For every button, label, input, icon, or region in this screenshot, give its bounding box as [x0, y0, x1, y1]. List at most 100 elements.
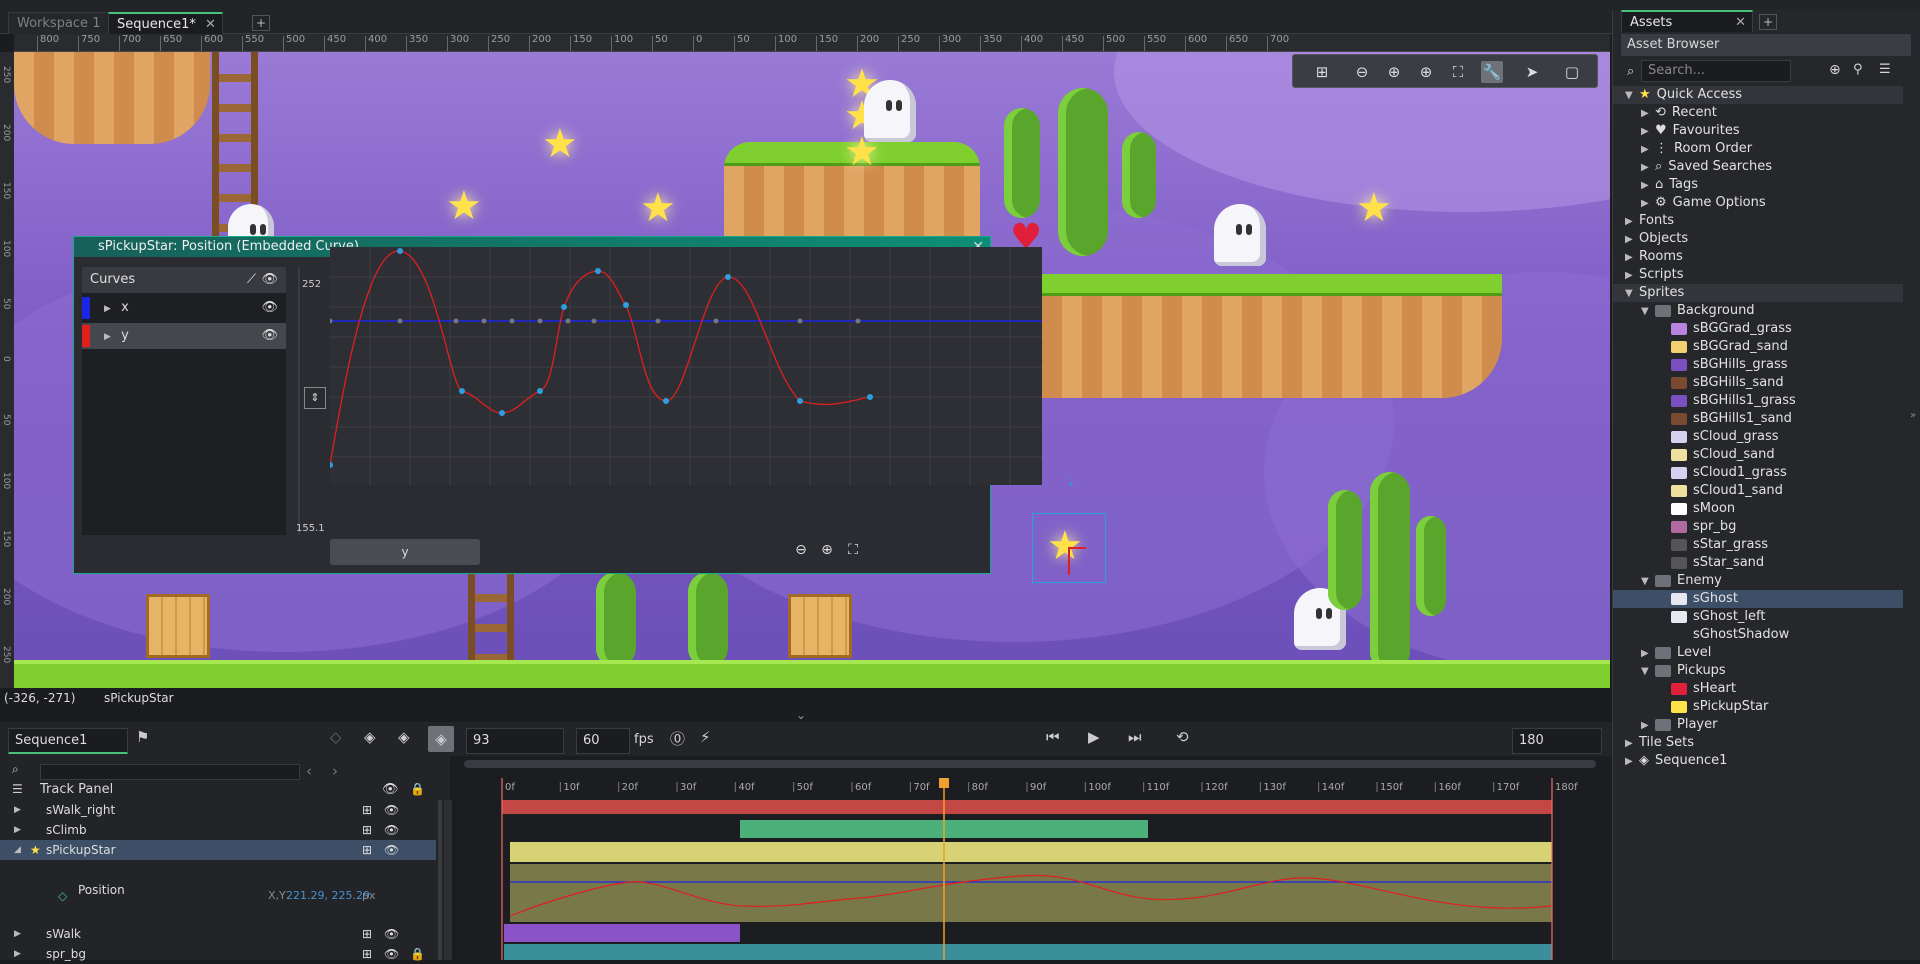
collapse-arrow-icon[interactable]: ▼: [1641, 303, 1655, 321]
eye-icon[interactable]: 👁: [384, 924, 399, 944]
expand-arrow-icon[interactable]: ▶: [14, 944, 21, 964]
asset-item-sbghills1-grass[interactable]: sBGHills1_grass: [1613, 392, 1903, 410]
track-row-position[interactable]: ◇ Position X,Y 221.29, 225.29 px: [0, 880, 436, 912]
skip-to-end-icon[interactable]: ⏭: [1128, 728, 1142, 746]
add-asset-icon[interactable]: ⊕: [1829, 62, 1841, 78]
add-track-icon[interactable]: ⊞: [362, 820, 372, 840]
asset-item-room-order[interactable]: ▶ ⋮ Room Order: [1613, 140, 1903, 158]
xy-value[interactable]: 221.29, 225.29: [286, 880, 370, 912]
asset-item-sheart[interactable]: sHeart: [1613, 680, 1903, 698]
lock-icon[interactable]: 🔒: [410, 944, 425, 964]
track-search-input[interactable]: [40, 764, 300, 780]
playback-speed-icon[interactable]: ⓪: [670, 728, 685, 749]
track-row-spickupstar[interactable]: ◢ ★ sPickupStar ⊞ 👁: [0, 840, 436, 860]
play-icon[interactable]: ▶: [1088, 728, 1100, 746]
expand-arrow-icon[interactable]: ▶: [14, 924, 21, 944]
expand-arrow-icon[interactable]: ▶: [1625, 753, 1639, 771]
collapse-arrow-icon[interactable]: ▼: [1641, 573, 1655, 591]
expand-arrow-icon[interactable]: ▶: [1625, 249, 1639, 267]
expand-arrow-icon[interactable]: ▶: [1641, 123, 1655, 141]
record-keys-icon[interactable]: ◈: [428, 726, 454, 752]
asset-item-sstar-sand[interactable]: sStar_sand: [1613, 554, 1903, 572]
lock-icon[interactable]: 🔒: [410, 782, 425, 796]
asset-item-tile-sets[interactable]: ▶ Tile Sets: [1613, 734, 1903, 752]
tab-assets[interactable]: Assets ✕: [1621, 10, 1753, 32]
prev-result-icon[interactable]: ‹: [306, 762, 312, 780]
asset-item-tags[interactable]: ▶ ⌂ Tags: [1613, 176, 1903, 194]
asset-item-scloud1-sand[interactable]: sCloud1_sand: [1613, 482, 1903, 500]
keyframe-next-icon[interactable]: ◈: [398, 728, 410, 746]
asset-item-sghost[interactable]: sGhost: [1613, 590, 1903, 608]
track-row-spr-bg[interactable]: ▶ spr_bg ⊞ 👁 🔒: [0, 944, 436, 964]
collapse-arrow-icon[interactable]: ▼: [1625, 285, 1639, 303]
expand-arrow-icon[interactable]: ▶: [104, 304, 111, 314]
asset-item-saved-searches[interactable]: ▶ ⌕ Saved Searches: [1613, 158, 1903, 176]
grid-icon[interactable]: ⊞: [1311, 61, 1333, 83]
flag-icon[interactable]: ⚑: [136, 728, 149, 746]
asset-item-fonts[interactable]: ▶ Fonts: [1613, 212, 1903, 230]
track-row-swalk[interactable]: ▶ sWalk ⊞ 👁: [0, 924, 436, 944]
fit-icon[interactable]: ⛶: [842, 539, 864, 561]
asset-item-scripts[interactable]: ▶ Scripts: [1613, 266, 1903, 284]
asset-item-spr-bg[interactable]: spr_bg: [1613, 518, 1903, 536]
expand-arrow-icon[interactable]: ▶: [1641, 717, 1655, 735]
frame-icon[interactable]: ▢: [1561, 61, 1583, 83]
asset-item-sbghills-sand[interactable]: sBGHills_sand: [1613, 374, 1903, 392]
asset-item-sghost-left[interactable]: sGhost_left: [1613, 608, 1903, 626]
zoom-in-icon[interactable]: ⊕: [1383, 61, 1405, 83]
lightning-icon[interactable]: ⚡: [700, 728, 711, 746]
expand-arrow-icon[interactable]: ▶: [1641, 105, 1655, 123]
asset-item-sbggrad-grass[interactable]: sBGGrad_grass: [1613, 320, 1903, 338]
current-frame-input[interactable]: 93: [466, 728, 564, 754]
curve-tab-y[interactable]: y: [330, 539, 480, 565]
next-result-icon[interactable]: ›: [332, 762, 338, 780]
selected-instance-box[interactable]: ★: [1032, 513, 1106, 583]
expand-arrow-icon[interactable]: ▶: [1641, 159, 1655, 177]
expand-arrow-icon[interactable]: ▶: [1625, 267, 1639, 285]
track-menu-icon[interactable]: ☰: [12, 782, 23, 796]
asset-search-input[interactable]: Search...: [1641, 60, 1791, 82]
close-icon[interactable]: ✕: [205, 14, 216, 35]
y-axis-handle[interactable]: [1068, 547, 1070, 575]
x-axis-handle[interactable]: [1068, 547, 1086, 549]
add-tab-button[interactable]: +: [252, 15, 270, 31]
eye-icon[interactable]: 👁: [384, 944, 399, 964]
asset-item-spickupstar[interactable]: sPickupStar: [1613, 698, 1903, 716]
eye-icon[interactable]: 👁: [261, 295, 278, 321]
eye-icon[interactable]: 👁: [384, 820, 399, 840]
curve-shape-icon[interactable]: ⟋: [247, 267, 256, 293]
expand-arrow-icon[interactable]: ▶: [1641, 141, 1655, 159]
add-track-icon[interactable]: ⊞: [362, 944, 372, 964]
asset-item-rooms[interactable]: ▶ Rooms: [1613, 248, 1903, 266]
asset-item-sequence1[interactable]: ▶ ◈ Sequence1: [1613, 752, 1903, 770]
tab-sequence1[interactable]: Sequence1* ✕: [108, 12, 223, 34]
asset-item-sbghills-grass[interactable]: sBGHills_grass: [1613, 356, 1903, 374]
asset-item-player[interactable]: ▶ Player: [1613, 716, 1903, 734]
splitter[interactable]: [298, 267, 300, 535]
expand-arrow-icon[interactable]: ▶: [1625, 231, 1639, 249]
asset-item-level[interactable]: ▶ Level: [1613, 644, 1903, 662]
skip-to-start-icon[interactable]: ⏮: [1046, 728, 1060, 746]
add-track-icon[interactable]: ⊞: [362, 924, 372, 944]
add-track-icon[interactable]: ⊞: [362, 800, 372, 820]
track-row-swalk-right[interactable]: ▶ sWalk_right ⊞ 👁: [0, 800, 436, 820]
collapse-arrow-icon[interactable]: ▼: [1625, 87, 1639, 105]
rotate-handle[interactable]: ⇣: [1066, 476, 1075, 489]
expand-arrow-icon[interactable]: ▶: [14, 800, 21, 820]
keyframe-prev-icon[interactable]: ◇: [330, 728, 342, 746]
asset-item-enemy[interactable]: ▼ Enemy: [1613, 572, 1903, 590]
filter-icon[interactable]: ⚲: [1853, 62, 1863, 77]
expand-arrow-icon[interactable]: ▶: [14, 820, 21, 840]
asset-item-scloud-grass[interactable]: sCloud_grass: [1613, 428, 1903, 446]
asset-item-objects[interactable]: ▶ Objects: [1613, 230, 1903, 248]
asset-item-sbggrad-sand[interactable]: sBGGrad_sand: [1613, 338, 1903, 356]
loop-icon[interactable]: ⟲: [1176, 728, 1189, 746]
pointer-icon[interactable]: ➤: [1521, 61, 1543, 83]
add-track-icon[interactable]: ⊞: [362, 840, 372, 860]
asset-item-game-options[interactable]: ▶ ⚙ Game Options: [1613, 194, 1903, 212]
zoom-out-icon[interactable]: ⊖: [790, 539, 812, 561]
asset-item-sprites[interactable]: ▼ Sprites: [1613, 284, 1903, 302]
sequence-length-input[interactable]: 180: [1512, 728, 1602, 754]
expand-arrow-icon[interactable]: ▶: [1625, 213, 1639, 231]
collapse-arrow-icon[interactable]: ▼: [1641, 663, 1655, 681]
